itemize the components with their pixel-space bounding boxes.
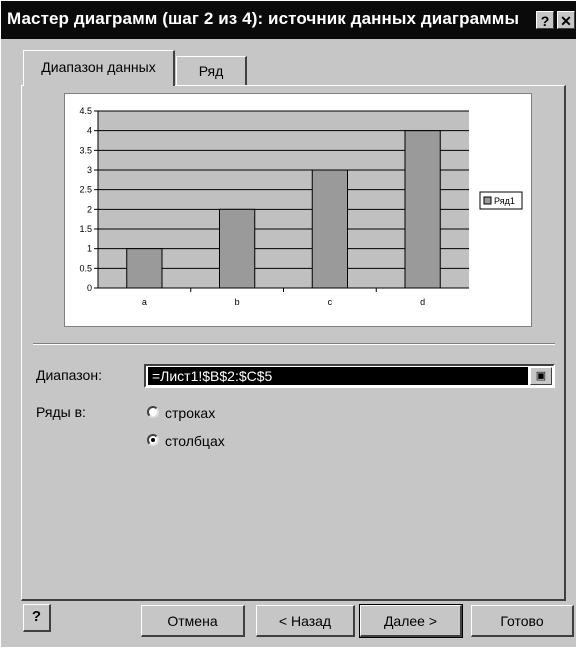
y-tick-label: 3.5	[79, 145, 92, 155]
y-tick-label: 4	[87, 126, 92, 136]
bar	[126, 248, 163, 289]
y-tick-label: 0.5	[79, 263, 92, 273]
x-tick-label: d	[420, 297, 425, 307]
radio-selected-dot	[151, 438, 155, 442]
range-input[interactable]: =Лист1!$B$2:$C$5 ▣	[144, 364, 555, 388]
legend-swatch	[483, 196, 492, 205]
x-tick-label: b	[235, 297, 240, 307]
y-tick-label: 2	[87, 204, 92, 214]
chart-preview: 0 0.5 1 1.5 2 2.5 3 3.5 4 4.5 a b c d Ряд1	[64, 93, 532, 327]
legend-label: Ряд1	[494, 196, 515, 206]
tab-data-range[interactable]: Диапазон данных	[23, 50, 175, 86]
bar	[404, 130, 441, 289]
back-button[interactable]: < Назад	[256, 605, 355, 637]
cancel-button[interactable]: Отмена	[141, 605, 245, 637]
close-button[interactable]: ✕	[557, 11, 575, 29]
title-bar: Мастер диаграмм (шаг 2 из 4): источник д…	[1, 1, 576, 39]
range-value[interactable]: =Лист1!$B$2:$C$5	[148, 367, 528, 385]
help-icon[interactable]: ?	[23, 604, 51, 632]
y-tick-label: 4.5	[79, 106, 92, 116]
collapse-dialog-icon[interactable]: ▣	[530, 367, 552, 385]
y-tick-label: 0	[87, 283, 92, 293]
tab-series[interactable]: Ряд	[176, 56, 247, 86]
help-button[interactable]: ?	[536, 11, 554, 29]
bar	[219, 208, 256, 289]
radio-rows-label[interactable]: строках	[165, 405, 215, 421]
dialog-title: Мастер диаграмм (шаг 2 из 4): источник д…	[7, 9, 520, 28]
y-tick-label: 3	[87, 165, 92, 175]
y-tick-label: 1	[87, 244, 92, 254]
chart-wizard-dialog: Мастер диаграмм (шаг 2 из 4): источник д…	[0, 0, 577, 648]
finish-button[interactable]: Готово	[471, 605, 574, 637]
y-tick-label: 1.5	[79, 224, 92, 234]
range-label: Диапазон:	[36, 367, 102, 383]
radio-columns-label[interactable]: столбцах	[165, 433, 225, 449]
radio-rows[interactable]	[147, 406, 159, 418]
radio-columns[interactable]	[147, 434, 159, 446]
separator	[33, 343, 555, 345]
chart-svg: 0 0.5 1 1.5 2 2.5 3 3.5 4 4.5 a b c d Ряд1	[79, 106, 523, 307]
next-button[interactable]: Далее >	[359, 604, 463, 638]
y-tick-label: 2.5	[79, 185, 92, 195]
x-tick-label: c	[328, 297, 333, 307]
bar	[311, 169, 348, 289]
series-in-label: Ряды в:	[36, 404, 86, 420]
x-tick-label: a	[142, 297, 147, 307]
